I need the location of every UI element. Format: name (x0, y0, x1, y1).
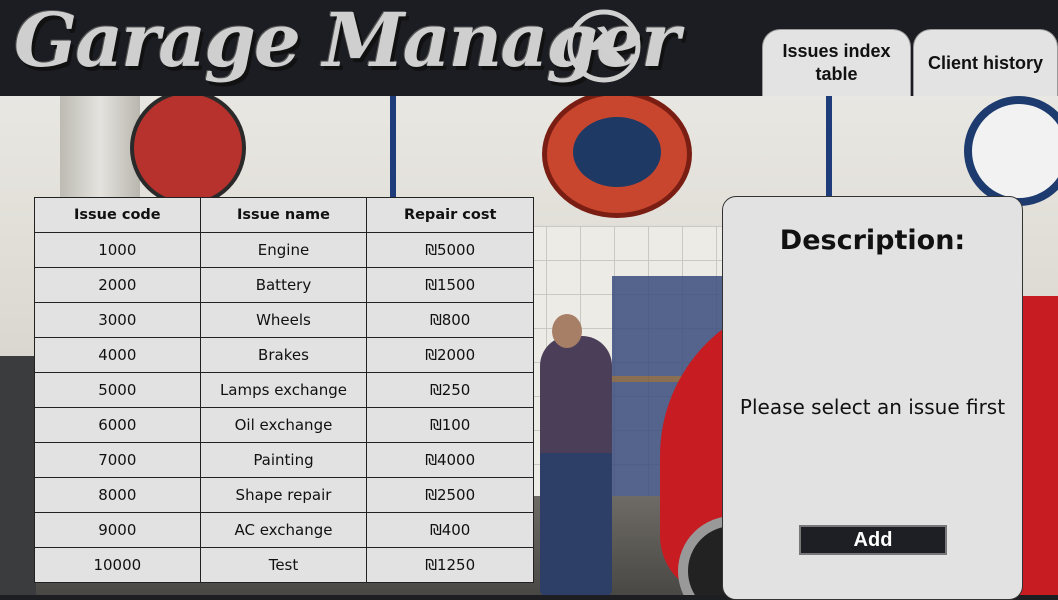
repair-cost-cell: ₪400 (366, 512, 534, 548)
issue-code-cell: 9000 (34, 512, 201, 548)
tab-issues-index-table[interactable]: Issues index table (762, 29, 911, 96)
description-panel: Description: Please select an issue firs… (722, 196, 1023, 600)
issue-code-cell: 5000 (34, 372, 201, 408)
repair-cost-cell: ₪4000 (366, 442, 534, 478)
issue-code-cell: 10000 (34, 547, 201, 583)
issue-name-cell: Brakes (199, 337, 368, 373)
issue-name-cell: Shape repair (199, 477, 368, 513)
column-header-issue-name: Issue name (199, 197, 368, 233)
issue-name-cell: Wheels (199, 302, 368, 338)
repair-cost-cell: ₪5000 (366, 232, 534, 268)
description-placeholder-text: Please select an issue first (739, 395, 1006, 419)
column-header-repair-cost: Repair cost (366, 197, 534, 233)
repair-cost-cell: ₪1500 (366, 267, 534, 303)
repair-cost-cell: ₪2500 (366, 477, 534, 513)
issue-name-cell: Engine (199, 232, 368, 268)
issue-name-cell: Oil exchange (199, 407, 368, 443)
table-row[interactable]: 7000 Painting ₪4000 (34, 442, 534, 478)
tab-client-history[interactable]: Client history (913, 29, 1058, 96)
table-row[interactable]: 6000 Oil exchange ₪100 (34, 407, 534, 443)
issue-code-cell: 3000 (34, 302, 201, 338)
repair-cost-cell: ₪2000 (366, 337, 534, 373)
table-row[interactable]: 8000 Shape repair ₪2500 (34, 477, 534, 513)
issue-name-cell: Test (199, 547, 368, 583)
table-row[interactable]: 1000 Engine ₪5000 (34, 232, 534, 268)
issues-table: Issue code Issue name Repair cost 1000 E… (34, 197, 534, 583)
issue-code-cell: 7000 (34, 442, 201, 478)
column-header-issue-code: Issue code (34, 197, 201, 233)
issue-code-cell: 1000 (34, 232, 201, 268)
issue-code-cell: 8000 (34, 477, 201, 513)
repair-cost-cell: ₪100 (366, 407, 534, 443)
repair-cost-cell: ₪250 (366, 372, 534, 408)
repair-cost-cell: ₪1250 (366, 547, 534, 583)
app-header: Garage Manager Issues index table Client… (0, 0, 1058, 96)
wrench-icon (567, 9, 641, 83)
description-title: Description: (779, 225, 966, 256)
issue-name-cell: Painting (199, 442, 368, 478)
add-button[interactable]: Add (799, 525, 947, 555)
issue-code-cell: 6000 (34, 407, 201, 443)
issue-name-cell: Lamps exchange (199, 372, 368, 408)
issue-name-cell: AC exchange (199, 512, 368, 548)
issue-code-cell: 4000 (34, 337, 201, 373)
issue-name-cell: Battery (199, 267, 368, 303)
table-row[interactable]: 10000 Test ₪1250 (34, 547, 534, 583)
issue-code-cell: 2000 (34, 267, 201, 303)
table-row[interactable]: 3000 Wheels ₪800 (34, 302, 534, 338)
table-row[interactable]: 9000 AC exchange ₪400 (34, 512, 534, 548)
table-header-row: Issue code Issue name Repair cost (34, 197, 534, 233)
repair-cost-cell: ₪800 (366, 302, 534, 338)
table-row[interactable]: 4000 Brakes ₪2000 (34, 337, 534, 373)
table-row[interactable]: 2000 Battery ₪1500 (34, 267, 534, 303)
table-row[interactable]: 5000 Lamps exchange ₪250 (34, 372, 534, 408)
